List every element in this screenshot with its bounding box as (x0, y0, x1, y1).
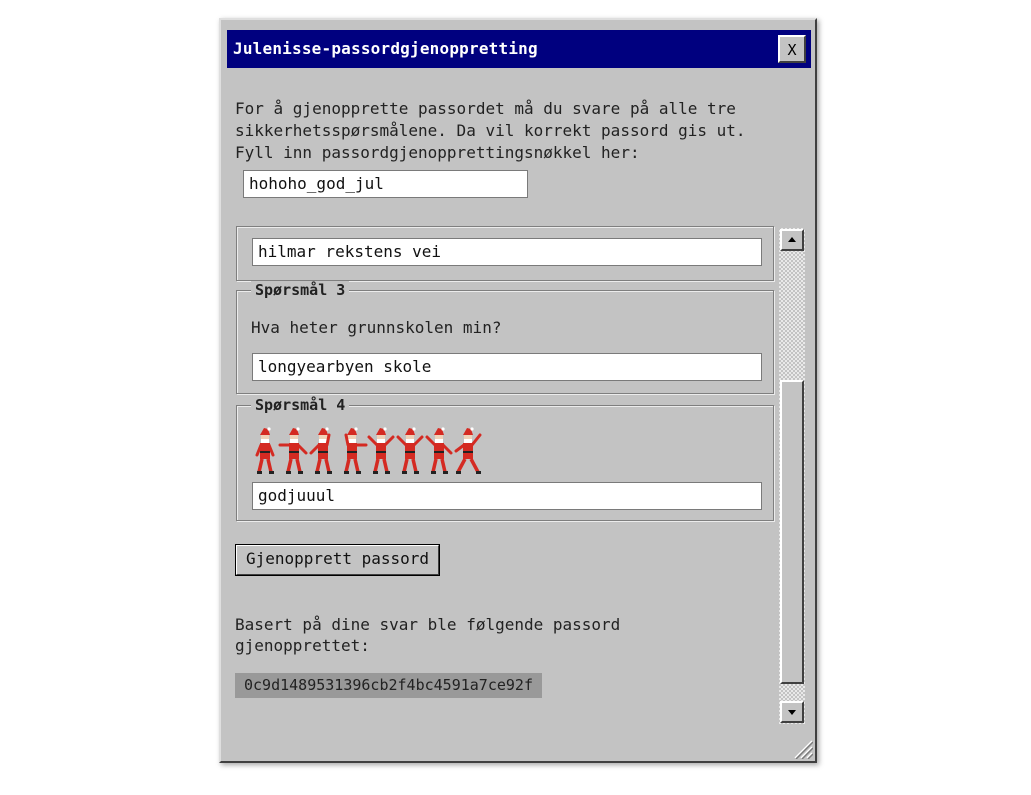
result-text: Basert på dine svar ble følgende passord… (235, 615, 621, 655)
recover-password-button[interactable]: Gjenopprett passord (235, 544, 441, 576)
santa-figure (309, 427, 332, 474)
recovered-password: 0c9d1489531396cb2f4bc4591a7ce92f (235, 673, 542, 698)
question-2-answer-input[interactable]: hilmar rekstens vei (252, 238, 762, 266)
question-4-group: Spørsmål 4 godjuuul (236, 396, 774, 521)
arrow-up-icon (788, 237, 796, 242)
recovery-window: Julenisse-passordgjenoppretting X For å … (219, 18, 817, 763)
question-3-text: Hva heter grunnskolen min? (251, 318, 502, 337)
recovery-key-input[interactable]: hohoho_god_jul (243, 170, 528, 198)
santa-figure (255, 427, 275, 474)
intro-text: For å gjenopprette passordet må du svare… (235, 99, 746, 162)
santa-figure (396, 427, 424, 474)
scroll-up-button[interactable] (780, 229, 804, 251)
santa-figure (425, 427, 453, 474)
santa-figure (367, 427, 395, 474)
close-button[interactable]: X (778, 35, 806, 63)
resize-grip-icon[interactable] (791, 737, 813, 759)
question-3-answer-input[interactable]: longyearbyen skole (252, 353, 762, 381)
scroll-thumb[interactable] (780, 380, 804, 684)
window-title: Julenisse-passordgjenoppretting (233, 39, 538, 58)
vertical-scrollbar[interactable] (779, 228, 805, 724)
santa-figure (344, 427, 368, 474)
question-2-group: hilmar rekstens vei (236, 226, 774, 281)
arrow-down-icon (788, 710, 796, 715)
scroll-down-button[interactable] (780, 701, 804, 723)
santa-figure (454, 427, 482, 474)
title-bar[interactable]: Julenisse-passordgjenoppretting X (227, 30, 811, 68)
santa-figure (278, 427, 308, 474)
question-3-group: Spørsmål 3 Hva heter grunnskolen min? lo… (236, 281, 774, 394)
question-3-legend: Spørsmål 3 (251, 281, 350, 299)
semaphore-santa-figures (255, 427, 482, 474)
question-4-answer-input[interactable]: godjuuul (252, 482, 762, 510)
question-4-legend: Spørsmål 4 (251, 396, 350, 414)
